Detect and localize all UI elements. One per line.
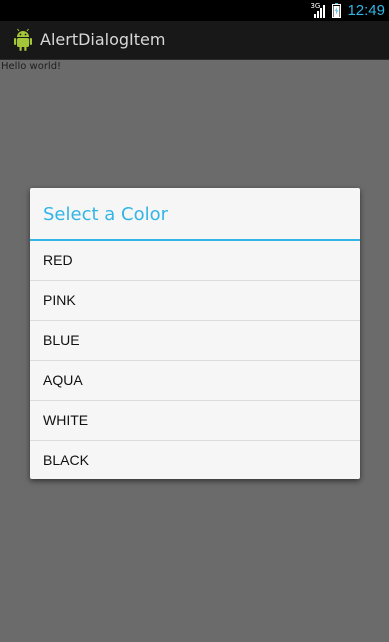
dialog-title: Select a Color [43, 204, 168, 225]
color-list: RED PINK BLUE AQUA WHITE BLACK [30, 241, 360, 480]
battery-icon [332, 3, 342, 18]
action-bar: AlertDialogItem [0, 21, 389, 60]
app-title: AlertDialogItem [40, 30, 166, 49]
color-item-red[interactable]: RED [30, 241, 360, 281]
color-item-label: AQUA [43, 372, 83, 388]
status-bar: 3G 12:49 [0, 0, 389, 21]
color-item-black[interactable]: BLACK [30, 441, 360, 480]
color-item-label: PINK [43, 292, 76, 308]
color-item-pink[interactable]: PINK [30, 281, 360, 321]
color-item-aqua[interactable]: AQUA [30, 361, 360, 401]
color-item-label: BLUE [43, 332, 80, 348]
select-color-dialog: Select a Color RED PINK BLUE AQUA WHITE … [30, 188, 360, 479]
status-icons: 3G 12:49 [310, 0, 385, 21]
color-item-label: WHITE [43, 412, 89, 428]
color-item-white[interactable]: WHITE [30, 401, 360, 441]
network-type-label: 3G [310, 1, 321, 10]
color-item-label: BLACK [43, 452, 89, 468]
screen: 3G 12:49 AlertDialogItem Hello world! Se… [0, 0, 389, 642]
hello-text: Hello world! [1, 61, 62, 72]
signal-icon: 3G [310, 1, 326, 19]
android-robot-icon[interactable] [11, 28, 35, 52]
color-item-label: RED [43, 252, 73, 268]
color-item-blue[interactable]: BLUE [30, 321, 360, 361]
clock: 12:49 [347, 2, 385, 19]
